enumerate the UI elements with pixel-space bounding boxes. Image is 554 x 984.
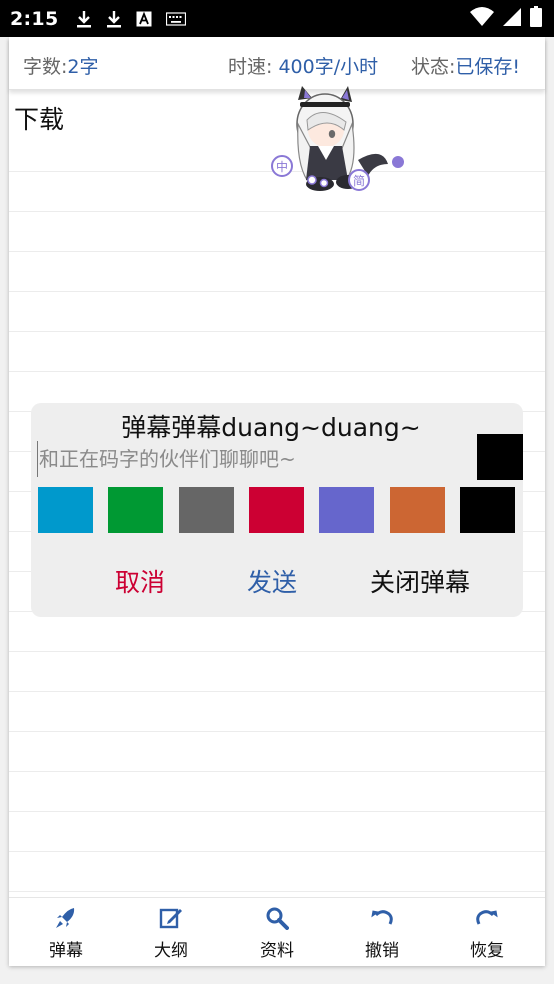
color-swatch-blue[interactable] <box>38 487 93 533</box>
color-swatch-purple[interactable] <box>319 487 374 533</box>
speed-value: 400字/小时 <box>278 56 379 78</box>
edit-icon <box>159 908 182 929</box>
wifi-icon <box>470 7 494 26</box>
download-icon <box>107 10 122 27</box>
danmaku-input[interactable] <box>37 441 459 477</box>
redo-icon <box>476 910 498 925</box>
mascot-badge-2: 简 <box>353 174 365 188</box>
nav-materials[interactable]: 资料 <box>237 898 317 966</box>
nav-label: 恢复 <box>470 941 504 961</box>
color-swatch-black[interactable] <box>460 487 515 533</box>
info-bar: 字数:2字 时速: 400字/小时 状态:已保存! <box>9 37 545 90</box>
status-bar: 2:15 <box>0 0 554 37</box>
nav-label: 大纲 <box>154 941 188 961</box>
status-value: 已保存! <box>455 56 521 78</box>
color-swatch-red[interactable] <box>249 487 304 533</box>
dialog-title-text: 弹幕弹幕duang~duang~ <box>121 413 421 442</box>
cancel-button[interactable]: 取消 <box>115 563 165 599</box>
battery-icon <box>530 6 542 27</box>
search-icon <box>266 907 289 930</box>
download-icon <box>77 10 92 27</box>
nav-label: 资料 <box>260 941 294 961</box>
nav-label: 弹幕 <box>49 941 83 961</box>
danmaku-dialog: 弹幕弹幕duang~duang~ 取消 发送 关闭弹幕 <box>31 403 523 617</box>
mascot-sticker[interactable]: 中 简 <box>262 84 407 196</box>
word-count: 字数:2字 <box>23 52 99 79</box>
word-count-value: 2字 <box>67 56 99 78</box>
nav-label: 撤销 <box>365 941 399 961</box>
close-danmaku-button[interactable]: 关闭弹幕 <box>370 563 470 599</box>
status-time: 2:15 <box>10 7 59 30</box>
mascot-badge-1: 中 <box>276 159 288 174</box>
undo-icon <box>371 910 393 925</box>
keyboard-icon <box>166 11 187 26</box>
nav-outline[interactable]: 大纲 <box>131 898 211 966</box>
editor-paper: 字数:2字 时速: 400字/小时 状态:已保存! 下载 中 简 弹幕弹幕dua… <box>9 37 545 966</box>
editor-text-area[interactable]: 下载 <box>14 100 64 136</box>
word-count-label: 字数: <box>23 56 68 78</box>
rocket-icon <box>56 908 75 928</box>
nav-danmaku[interactable]: 弹幕 <box>26 898 106 966</box>
color-swatch-orange[interactable] <box>390 487 445 533</box>
send-button[interactable]: 发送 <box>247 563 297 599</box>
nav-redo[interactable]: 恢复 <box>447 898 527 966</box>
dialog-title: 弹幕弹幕duang~duang~ <box>31 408 523 444</box>
speed: 时速: 400字/小时 <box>228 52 378 79</box>
speed-label: 时速: <box>228 56 273 78</box>
bottom-toolbar: 弹幕 大纲 资料 撤销 恢复 <box>9 897 545 966</box>
selected-color-preview <box>477 434 523 480</box>
save-status: 状态:已保存! <box>411 52 520 79</box>
color-swatch-green[interactable] <box>108 487 163 533</box>
signal-icon <box>503 8 521 26</box>
color-swatch-gray[interactable] <box>179 487 234 533</box>
font-icon <box>136 11 152 26</box>
nav-undo[interactable]: 撤销 <box>342 898 422 966</box>
status-label: 状态: <box>411 56 456 78</box>
